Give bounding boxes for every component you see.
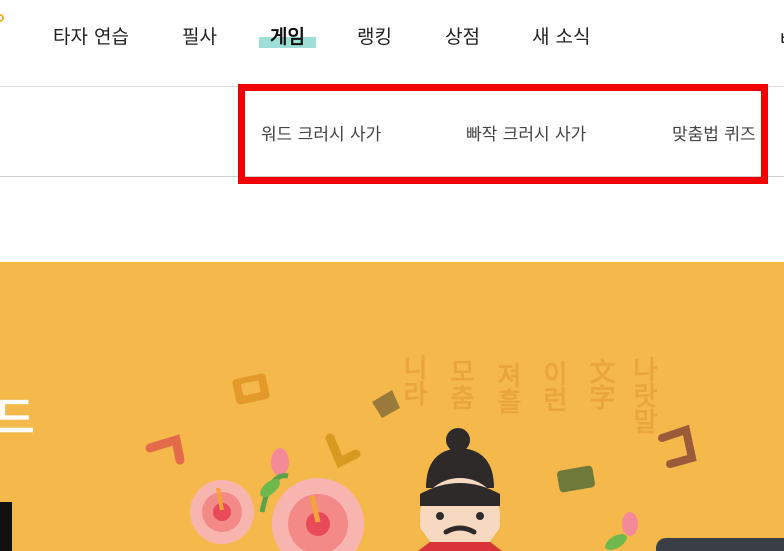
letter-nieun-icon xyxy=(325,433,361,469)
nav-item-shop[interactable]: 상점 xyxy=(445,22,480,49)
letter-block-icon xyxy=(372,390,400,418)
nav-item-news[interactable]: 새 소식 xyxy=(532,22,590,49)
top-navigation: 타자 연습 필사 게임 랭킹 상점 새 소식 ㅂ xyxy=(0,0,784,87)
submenu-bbajak-crush-saga[interactable]: 빠작 크러시 사가 xyxy=(466,120,586,145)
game-banner[interactable]: 드 니라 모춤 져흘 이런 文字 나랏말 xyxy=(0,262,784,551)
nav-item-ranking[interactable]: 랭킹 xyxy=(357,22,392,49)
nav-item-label: 타자 연습 xyxy=(53,26,129,48)
game-submenu: 워드 크러시 사가 빠작 크러시 사가 맞춤법 퀴즈 xyxy=(0,87,784,177)
nav-item-label: 필사 xyxy=(182,26,217,48)
letter-giyeok-icon xyxy=(145,434,185,465)
nav-item-label: 상점 xyxy=(445,26,480,48)
letter-block-icon xyxy=(556,465,596,493)
nav-item-transcription[interactable]: 필사 xyxy=(182,22,217,49)
nav-item-typing-practice[interactable]: 타자 연습 xyxy=(53,22,129,49)
submenu-spelling-quiz[interactable]: 맞춤법 퀴즈 xyxy=(672,120,756,145)
banner-button-fragment[interactable] xyxy=(0,502,12,551)
peony-flower-icon xyxy=(190,480,254,544)
flower-bud-icon xyxy=(271,448,289,476)
letter-digeut-icon xyxy=(658,424,697,468)
banner-illustration xyxy=(145,373,697,551)
peony-flower-icon xyxy=(272,478,364,551)
nav-item-label: 랭킹 xyxy=(357,26,392,48)
nav-edge-item[interactable]: ㅂ xyxy=(778,24,784,51)
logo-icon[interactable] xyxy=(0,14,4,22)
submenu-word-crush-saga[interactable]: 워드 크러시 사가 xyxy=(261,120,381,145)
nav-item-game[interactable]: 게임 xyxy=(259,22,316,49)
king-character-icon xyxy=(418,428,502,551)
floating-panel[interactable] xyxy=(656,538,784,551)
nav-item-label: 게임 xyxy=(270,26,305,48)
letter-block-icon xyxy=(232,373,270,405)
flower-bud-icon xyxy=(622,512,638,536)
nav-item-label: 새 소식 xyxy=(532,26,591,48)
